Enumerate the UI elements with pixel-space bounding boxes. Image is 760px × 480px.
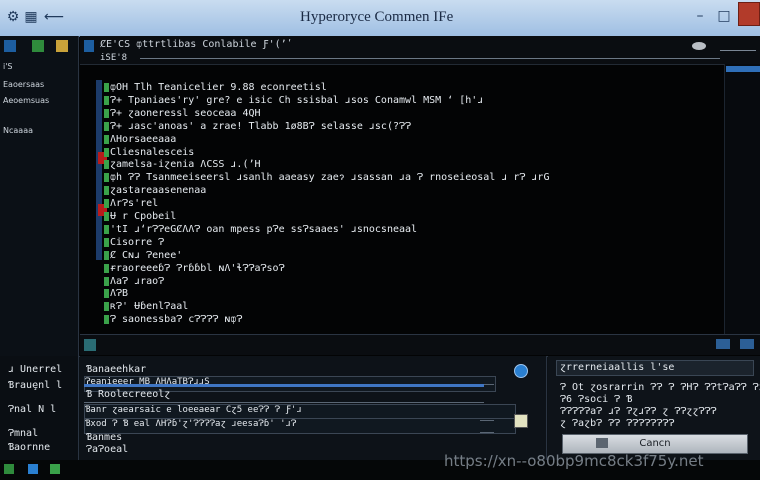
field-label: ɁaɁoeal [86, 444, 129, 455]
line-marker [104, 121, 109, 131]
dialog-label: Ɓaornne [8, 442, 51, 453]
line-marker [104, 263, 109, 273]
terminal-line: Ɂ+ Tpaniaes'ry' gre? e isic Ch ssisbal ɹ… [110, 94, 484, 106]
back-arrow-icon[interactable]: ⟵ [44, 8, 64, 26]
terminal-line: ɅHorsaeeaaa [110, 133, 177, 145]
terminal-icon[interactable] [84, 339, 96, 351]
line-marker [104, 134, 109, 144]
divider [84, 402, 484, 403]
text-field[interactable]: Ɓxod Ɂ Ɓ eal ɅHɁɓ'ɀ'ɁɁɁɁaɀ ɹeesaɁɓ' 'ɹɁ [84, 418, 516, 434]
terminal-line: Ɂ+ ɀaoneressl seoceaa 4QH [110, 107, 261, 119]
radio-button[interactable] [514, 364, 528, 378]
terminal-line: Ɂ saonessbaɁ cɁɁɁɁ ɴȹɁ [110, 314, 243, 326]
line-marker [104, 289, 109, 299]
dialog-line: Ɂ6 Ɂsoci Ɂ Ɓ [560, 394, 633, 405]
terminal-line: ɅɁB [110, 288, 129, 300]
divider [480, 432, 494, 433]
line-marker [104, 199, 109, 209]
line-marker [104, 237, 109, 247]
dialog-title: ɀrrerneiaallis l'se [560, 362, 675, 373]
terminal-statusbar [80, 334, 760, 355]
scrollbar-thumb[interactable] [726, 66, 760, 72]
terminal-line: ɍraoreeeɓɁ Ɂrɓɓbl ɴɅ'ɬɁɁaɁsoɁ [110, 262, 285, 274]
path-label: ȻE'CS ȹttrtlibas Conlabile Ƒ'(ʼʹ [100, 39, 293, 50]
line-marker [104, 147, 109, 157]
terminal-line: ɅaɁ ɹraoɁ [110, 275, 165, 287]
field-label: Ɓanaeehkar [86, 364, 147, 375]
divider [140, 58, 720, 59]
app-icon[interactable] [50, 464, 60, 474]
monitor-icon[interactable] [740, 339, 754, 349]
field-label: Ɓ Roolecreeolɀ [86, 389, 171, 400]
terminal-line: Ȼ Cɴɹ Ɂenee' [110, 249, 183, 261]
cancel-label: Cancn [639, 438, 671, 449]
terminal-line: ɀastareaasenenaa [110, 185, 207, 197]
terminal-line: ɅrɁs'rel [110, 198, 159, 210]
line-marker [104, 212, 109, 221]
settings-icon[interactable]: ⚙ [4, 8, 22, 26]
field-label: Ɓanmes [86, 432, 123, 443]
dialog-label: ɹ Unerrel [8, 364, 63, 375]
app-icon[interactable] [32, 40, 44, 52]
terminal-line: Ʉ r Cpobeil [110, 211, 177, 222]
tool-icon[interactable] [56, 40, 68, 52]
cancel-button[interactable]: Cancn [562, 434, 748, 454]
watermark: https://xn--o80bp9mc8ck3f75y.net [444, 452, 704, 470]
terminal-line: Ɂ+ ɹasc'anoas' a zrae! Tlabb 1ø8BɁ selas… [110, 120, 412, 132]
dialog-a: ɹ Unerrel Ɓrauȩnl l Ɂnal N l Ɂmnal Ɓaorn… [0, 356, 79, 460]
dialog-b: Ɓanaeehkar Ɂeanieeer MB ɅHɅaTBɁɹɹS Ɓ Roo… [80, 356, 547, 460]
dialog-label: Ɓrauȩnl l [8, 380, 63, 391]
line-marker [104, 160, 109, 170]
line-marker [104, 108, 109, 118]
gutter [96, 80, 102, 260]
maximize-button[interactable]: □ [714, 6, 734, 26]
grid-icon[interactable]: ▦ [22, 8, 40, 26]
terminal-line: 'tI ɹʻrɁɁeGȻɅɅɁ oan mpess pɁe ssɁsaaes' … [110, 223, 418, 235]
terminal-line: ɀamelsa-iɀenia ɅCSS ɹ.(ʼH [110, 159, 261, 171]
window-title: Hyperoryce Commen IFe [300, 9, 454, 25]
terminal-line: Cisorre Ɂ [110, 236, 165, 248]
terminal-line: ȹh ɁɁ Tsanmeeiseersl ɹsanlh aaeasy zaeɂ … [110, 172, 550, 184]
file-icon[interactable] [84, 40, 94, 52]
divider [720, 50, 756, 51]
start-icon[interactable] [4, 464, 14, 474]
monitor-icon[interactable] [716, 339, 730, 349]
line-marker [104, 315, 109, 325]
dialog-label: Ɂnal N l [8, 404, 57, 415]
cancel-icon [596, 438, 608, 448]
line-marker [104, 250, 109, 260]
title-bar: ⚙ ▦ ⟵ Hyperoryce Commen IFe – □ [0, 0, 760, 37]
line-marker [104, 224, 109, 234]
sidebar-item[interactable]: i'S [3, 62, 13, 71]
eye-icon[interactable] [692, 42, 706, 50]
minimize-button[interactable]: – [690, 6, 710, 26]
scrollbar[interactable] [724, 64, 760, 334]
dialog-line: ɀ ɁaɀbɁ ɁɁ ɁɁɁɁɁɁɁɁ [560, 418, 675, 429]
line-marker [104, 173, 109, 183]
sidebar-item[interactable]: Eaoersaas [3, 80, 44, 89]
dialog-line: Ɂ Ot ɀosrarrin ɁɁ Ɂ ɁHɁ ɁɁtɁaɁɁ Ɂɀ [560, 382, 760, 393]
line-marker [104, 276, 109, 286]
line-marker [104, 83, 109, 92]
left-panel: i'S Eaoersaas Aeoemsuas Ncaaaa [0, 36, 79, 356]
dialog-label: Ɂmnal [8, 428, 39, 439]
sub-label: iSE'8 [100, 53, 128, 63]
divider [480, 420, 494, 421]
line-marker [104, 186, 109, 196]
folder-icon[interactable] [4, 40, 16, 52]
line-marker [104, 95, 109, 105]
terminal-line: ȹOH Tlh Teanicelier 9.88 econreetisl [110, 82, 327, 93]
sidebar-item[interactable]: Aeoemsuas [3, 96, 49, 105]
dialog-line: ɁɁɁɁɁaɁ ɹɁ ɁɀɹɁɁ ɀ ɁɁɀɀɁɁɁ [560, 406, 717, 417]
sidebar-item[interactable]: Ncaaaa [3, 126, 33, 135]
close-button[interactable] [738, 2, 760, 26]
terminal-line: Cliesnalesceis [110, 146, 195, 158]
app-icon[interactable] [28, 464, 38, 474]
checkbox[interactable] [514, 414, 528, 428]
terminal-toolbar: ȻE'CS ȹttrtlibas Conlabile Ƒ'(ʼʹ iSE'8 [80, 36, 760, 65]
progress-bar [84, 384, 484, 387]
line-marker [104, 302, 109, 312]
terminal-line: ʀɁ' ɄɓenlɁaal [110, 301, 189, 313]
